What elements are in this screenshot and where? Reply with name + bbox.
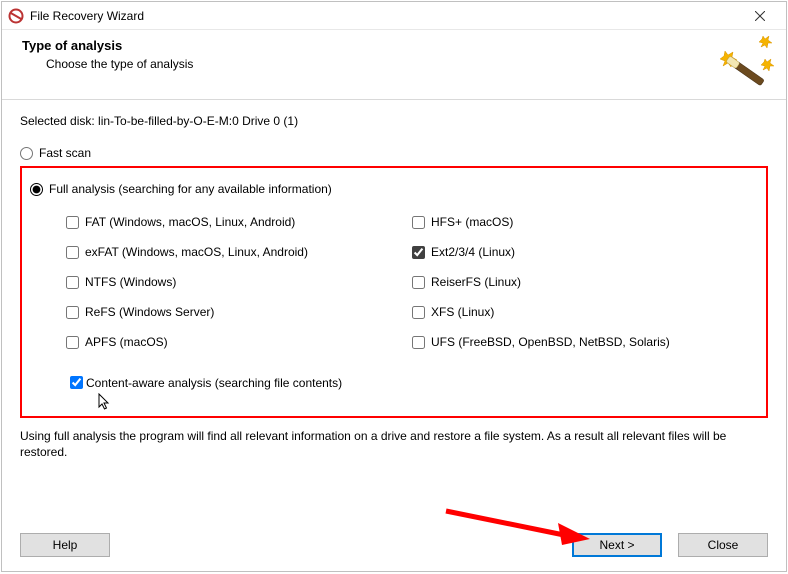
page-title: Type of analysis xyxy=(22,38,766,53)
fs-checkbox-ext[interactable] xyxy=(412,246,425,259)
window-title: File Recovery Wizard xyxy=(30,9,740,23)
fs-checkbox-ufs[interactable] xyxy=(412,336,425,349)
fs-checkbox-apfs[interactable] xyxy=(66,336,79,349)
wizard-window: File Recovery Wizard Type of analysis Ch… xyxy=(1,1,787,572)
fs-checkbox-fat[interactable] xyxy=(66,216,79,229)
page-subtitle: Choose the type of analysis xyxy=(46,57,766,71)
full-analysis-label[interactable]: Full analysis (searching for any availab… xyxy=(49,182,332,196)
mouse-cursor-icon xyxy=(98,393,112,414)
fs-checkbox-reiser[interactable] xyxy=(412,276,425,289)
close-wizard-button[interactable]: Close xyxy=(678,533,768,557)
fs-checkbox-refs[interactable] xyxy=(66,306,79,319)
help-button[interactable]: Help xyxy=(20,533,110,557)
fs-checkbox-exfat[interactable] xyxy=(66,246,79,259)
filesystem-column-left: FAT (Windows, macOS, Linux, Android) exF… xyxy=(66,208,412,365)
fs-label-apfs[interactable]: APFS (macOS) xyxy=(85,335,168,349)
app-icon xyxy=(8,8,24,24)
filesystem-checkbox-grid: FAT (Windows, macOS, Linux, Android) exF… xyxy=(66,208,758,365)
wizard-header: Type of analysis Choose the type of anal… xyxy=(2,30,786,100)
fast-scan-radio[interactable] xyxy=(20,147,33,160)
full-analysis-row: Full analysis (searching for any availab… xyxy=(30,182,758,196)
fs-label-refs[interactable]: ReFS (Windows Server) xyxy=(85,305,214,319)
next-button[interactable]: Next > xyxy=(572,533,662,557)
wizard-content: Selected disk: lin-To-be-filled-by-O-E-M… xyxy=(2,100,786,418)
fast-scan-row: Fast scan xyxy=(20,146,768,160)
fs-checkbox-xfs[interactable] xyxy=(412,306,425,319)
filesystem-column-right: HFS+ (macOS) Ext2/3/4 (Linux) ReiserFS (… xyxy=(412,208,758,365)
content-aware-label[interactable]: Content-aware analysis (searching file c… xyxy=(86,376,342,390)
fs-label-xfs[interactable]: XFS (Linux) xyxy=(431,305,494,319)
wizard-wand-icon xyxy=(718,36,774,89)
fs-label-ext[interactable]: Ext2/3/4 (Linux) xyxy=(431,245,515,259)
selected-disk-value: lin-To-be-filled-by-O-E-M:0 Drive 0 (1) xyxy=(98,114,298,128)
fs-checkbox-hfs[interactable] xyxy=(412,216,425,229)
fs-label-reiser[interactable]: ReiserFS (Linux) xyxy=(431,275,521,289)
description-text: Using full analysis the program will fin… xyxy=(20,428,768,460)
fs-label-ufs[interactable]: UFS (FreeBSD, OpenBSD, NetBSD, Solaris) xyxy=(431,335,670,349)
fast-scan-label[interactable]: Fast scan xyxy=(39,146,91,160)
close-button[interactable] xyxy=(740,3,780,29)
fs-label-hfs[interactable]: HFS+ (macOS) xyxy=(431,215,513,229)
selected-disk-line: Selected disk: lin-To-be-filled-by-O-E-M… xyxy=(20,114,768,128)
full-analysis-highlight: Full analysis (searching for any availab… xyxy=(20,166,768,418)
titlebar: File Recovery Wizard xyxy=(2,2,786,30)
selected-disk-label: Selected disk: xyxy=(20,114,98,128)
content-aware-checkbox[interactable] xyxy=(70,376,83,389)
fs-label-exfat[interactable]: exFAT (Windows, macOS, Linux, Android) xyxy=(85,245,308,259)
full-analysis-radio[interactable] xyxy=(30,183,43,196)
content-aware-row: Content-aware analysis (searching file c… xyxy=(66,373,758,392)
fs-checkbox-ntfs[interactable] xyxy=(66,276,79,289)
fs-label-ntfs[interactable]: NTFS (Windows) xyxy=(85,275,176,289)
button-bar: Help Next > Close xyxy=(2,523,786,571)
fs-label-fat[interactable]: FAT (Windows, macOS, Linux, Android) xyxy=(85,215,295,229)
